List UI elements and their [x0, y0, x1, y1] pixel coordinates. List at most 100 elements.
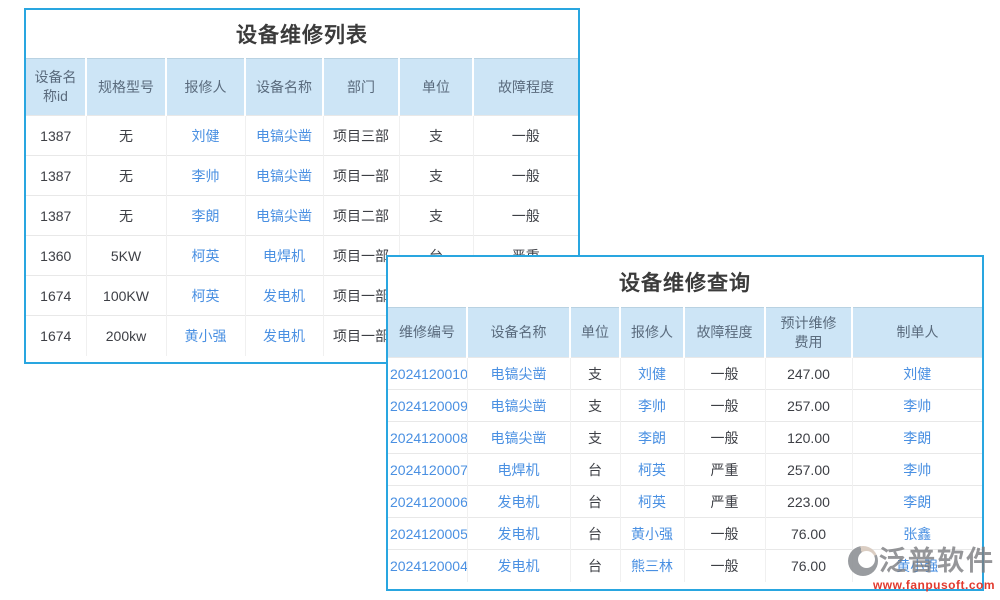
- cell-link[interactable]: 李帅: [166, 156, 245, 196]
- cell-link[interactable]: 刘健: [166, 116, 245, 156]
- cell-link[interactable]: 柯英: [166, 236, 245, 276]
- cell-link[interactable]: 熊三林: [620, 550, 684, 582]
- column-header: 报修人: [166, 59, 245, 116]
- table-row: 1387无李帅电镐尖凿项目一部支一般: [26, 156, 578, 196]
- column-header: 预计维修费用: [765, 308, 852, 358]
- cell-link[interactable]: 李朗: [166, 196, 245, 236]
- cell-text: 支: [570, 422, 620, 454]
- cell-link[interactable]: 发电机: [245, 316, 323, 356]
- cell-text: 无: [86, 116, 166, 156]
- column-header: 故障程度: [473, 59, 578, 116]
- cell-text: 台: [570, 550, 620, 582]
- cell-text: 无: [86, 156, 166, 196]
- cell-text: 严重: [684, 486, 765, 518]
- cell-text: 项目一部: [323, 156, 399, 196]
- column-header: 单位: [399, 59, 473, 116]
- cell-link[interactable]: 2024120005: [388, 518, 467, 550]
- cell-link[interactable]: 2024120004: [388, 550, 467, 582]
- cell-text: 严重: [684, 454, 765, 486]
- cell-link[interactable]: 李朗: [852, 422, 982, 454]
- cell-link[interactable]: 2024120008: [388, 422, 467, 454]
- column-header: 部门: [323, 59, 399, 116]
- cell-link[interactable]: 电焊机: [245, 236, 323, 276]
- cell-link[interactable]: 刘健: [852, 358, 982, 390]
- cell-text: 支: [570, 390, 620, 422]
- cell-link[interactable]: 李帅: [620, 390, 684, 422]
- fanpu-watermark: 泛普软件 www.fanpusoft.com: [848, 546, 995, 592]
- column-header: 故障程度: [684, 308, 765, 358]
- table-row: 1387无刘健电镐尖凿项目三部支一般: [26, 116, 578, 156]
- column-header: 设备名称: [467, 308, 570, 358]
- cell-link[interactable]: 发电机: [467, 518, 570, 550]
- cell-link[interactable]: 电镐尖凿: [245, 116, 323, 156]
- cell-link[interactable]: 发电机: [467, 486, 570, 518]
- cell-text: 5KW: [86, 236, 166, 276]
- cell-link[interactable]: 电焊机: [467, 454, 570, 486]
- cell-text: 247.00: [765, 358, 852, 390]
- cell-text: 一般: [684, 422, 765, 454]
- cell-text: 200kw: [86, 316, 166, 356]
- equipment-repair-query-panel: 设备维修查询 维修编号设备名称单位报修人故障程度预计维修费用制单人 202412…: [386, 255, 984, 591]
- cell-text: 1387: [26, 156, 86, 196]
- cell-link[interactable]: 李帅: [852, 454, 982, 486]
- cell-text: 台: [570, 454, 620, 486]
- fanpu-swirl-logo-icon: [848, 546, 878, 576]
- cell-link[interactable]: 电镐尖凿: [245, 196, 323, 236]
- query-table-header: 维修编号设备名称单位报修人故障程度预计维修费用制单人: [388, 308, 982, 358]
- column-header: 维修编号: [388, 308, 467, 358]
- cell-text: 台: [570, 486, 620, 518]
- cell-link[interactable]: 电镐尖凿: [245, 156, 323, 196]
- cell-text: 223.00: [765, 486, 852, 518]
- cell-link[interactable]: 李帅: [852, 390, 982, 422]
- cell-text: 支: [570, 358, 620, 390]
- cell-link[interactable]: 黄小强: [620, 518, 684, 550]
- cell-text: 支: [399, 116, 473, 156]
- cell-text: 一般: [684, 358, 765, 390]
- cell-text: 1387: [26, 196, 86, 236]
- cell-link[interactable]: 电镐尖凿: [467, 358, 570, 390]
- cell-link[interactable]: 李朗: [620, 422, 684, 454]
- cell-text: 1360: [26, 236, 86, 276]
- cell-text: 一般: [684, 518, 765, 550]
- column-header: 规格型号: [86, 59, 166, 116]
- cell-link[interactable]: 2024120006: [388, 486, 467, 518]
- list-table-title: 设备维修列表: [26, 10, 578, 58]
- watermark-url-text: www.fanpusoft.com: [848, 578, 995, 592]
- header-row: 维修编号设备名称单位报修人故障程度预计维修费用制单人: [388, 308, 982, 358]
- cell-text: 一般: [473, 116, 578, 156]
- cell-link[interactable]: 发电机: [245, 276, 323, 316]
- table-row: 2024120007电焊机台柯英严重257.00李帅: [388, 454, 982, 486]
- header-row: 设备名称id规格型号报修人设备名称部门单位故障程度: [26, 59, 578, 116]
- cell-link[interactable]: 2024120007: [388, 454, 467, 486]
- cell-link[interactable]: 柯英: [620, 486, 684, 518]
- cell-text: 无: [86, 196, 166, 236]
- column-header: 设备名称: [245, 59, 323, 116]
- cell-link[interactable]: 2024120009: [388, 390, 467, 422]
- table-row: 1387无李朗电镐尖凿项目二部支一般: [26, 196, 578, 236]
- cell-link[interactable]: 黄小强: [166, 316, 245, 356]
- cell-text: 一般: [684, 550, 765, 582]
- cell-link[interactable]: 发电机: [467, 550, 570, 582]
- column-header: 设备名称id: [26, 59, 86, 116]
- cell-text: 1387: [26, 116, 86, 156]
- cell-link[interactable]: 张鑫: [852, 518, 982, 550]
- cell-text: 支: [399, 156, 473, 196]
- cell-link[interactable]: 电镐尖凿: [467, 390, 570, 422]
- column-header: 制单人: [852, 308, 982, 358]
- cell-link[interactable]: 电镐尖凿: [467, 422, 570, 454]
- cell-text: 76.00: [765, 550, 852, 582]
- cell-link[interactable]: 柯英: [166, 276, 245, 316]
- cell-text: 一般: [684, 390, 765, 422]
- cell-link[interactable]: 李朗: [852, 486, 982, 518]
- cell-link[interactable]: 2024120010: [388, 358, 467, 390]
- table-row: 2024120008电镐尖凿支李朗一般120.00李朗: [388, 422, 982, 454]
- equipment-repair-query-table: 维修编号设备名称单位报修人故障程度预计维修费用制单人 2024120010电镐尖…: [388, 307, 982, 582]
- cell-link[interactable]: 柯英: [620, 454, 684, 486]
- watermark-brand-text: 泛普软件: [879, 548, 995, 575]
- cell-link[interactable]: 刘健: [620, 358, 684, 390]
- column-header: 单位: [570, 308, 620, 358]
- cell-text: 100KW: [86, 276, 166, 316]
- cell-text: 项目二部: [323, 196, 399, 236]
- watermark-brand-row: 泛普软件: [848, 546, 995, 576]
- table-row: 2024120006发电机台柯英严重223.00李朗: [388, 486, 982, 518]
